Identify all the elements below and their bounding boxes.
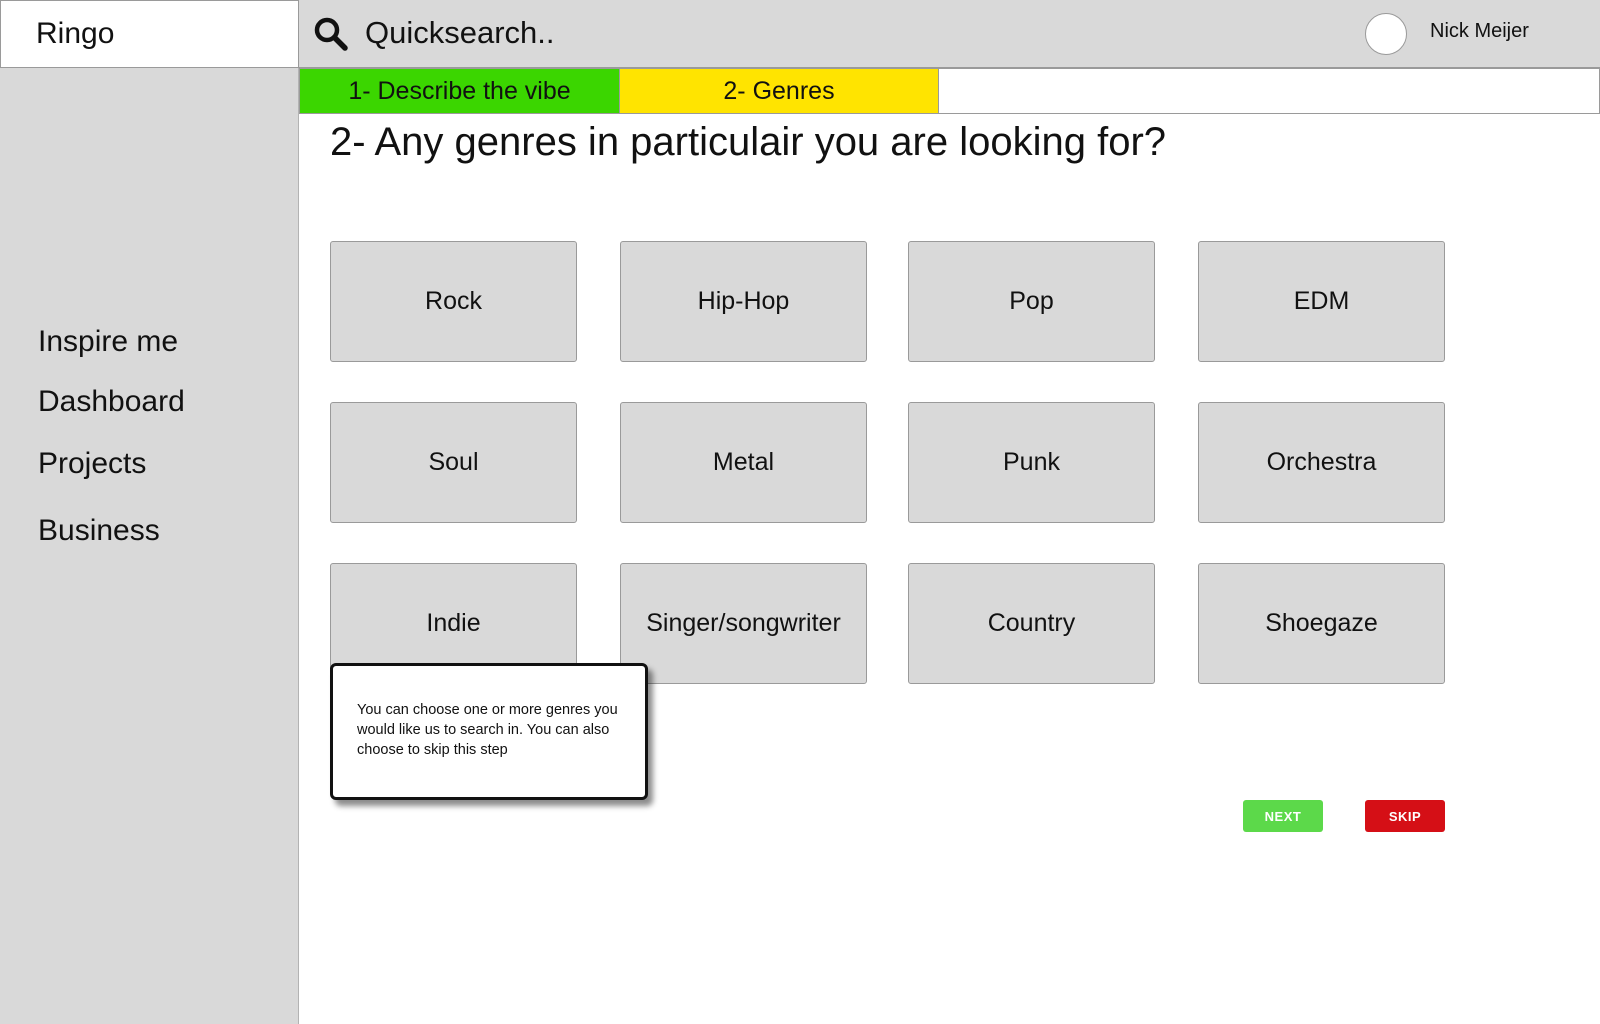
topbar: Nick Meijer xyxy=(299,0,1600,68)
genre-tile-metal[interactable]: Metal xyxy=(620,402,867,523)
user-name[interactable]: Nick Meijer xyxy=(1430,20,1529,43)
sidebar-item-business[interactable]: Business xyxy=(38,514,160,548)
genre-tile-edm[interactable]: EDM xyxy=(1198,241,1445,362)
genre-tile-soul[interactable]: Soul xyxy=(330,402,577,523)
help-tooltip: You can choose one or more genres you wo… xyxy=(330,663,648,800)
app-window: Ringo Inspire me Dashboard Projects Busi… xyxy=(0,0,1600,1024)
sidebar: Ringo Inspire me Dashboard Projects Busi… xyxy=(0,0,299,1024)
sidebar-item-dashboard[interactable]: Dashboard xyxy=(38,385,185,419)
page-title: 2- Any genres in particulair you are loo… xyxy=(330,120,1167,164)
sidebar-item-inspire-me[interactable]: Inspire me xyxy=(38,325,178,359)
search-icon[interactable] xyxy=(313,16,349,52)
skip-button[interactable]: SKIP xyxy=(1365,800,1445,832)
brand-name: Ringo xyxy=(36,17,115,50)
tooltip-text: You can choose one or more genres you wo… xyxy=(357,702,618,758)
sidebar-item-projects[interactable]: Projects xyxy=(38,447,146,481)
step-describe-the-vibe[interactable]: 1- Describe the vibe xyxy=(300,69,620,113)
step-genres[interactable]: 2- Genres xyxy=(620,69,939,113)
genre-tile-country[interactable]: Country xyxy=(908,563,1155,684)
next-button[interactable]: NEXT xyxy=(1243,800,1323,832)
genre-tile-hip-hop[interactable]: Hip-Hop xyxy=(620,241,867,362)
genre-tile-shoegaze[interactable]: Shoegaze xyxy=(1198,563,1445,684)
genre-tile-rock[interactable]: Rock xyxy=(330,241,577,362)
progress-steps: 1- Describe the vibe 2- Genres xyxy=(299,68,1600,114)
step-remaining xyxy=(939,69,1599,113)
avatar[interactable] xyxy=(1365,13,1407,55)
genre-tile-orchestra[interactable]: Orchestra xyxy=(1198,402,1445,523)
genre-tile-pop[interactable]: Pop xyxy=(908,241,1155,362)
genre-tile-punk[interactable]: Punk xyxy=(908,402,1155,523)
brand-logo[interactable]: Ringo xyxy=(0,0,299,68)
search-input[interactable] xyxy=(365,12,1065,54)
genre-tile-singer-songwriter[interactable]: Singer/songwriter xyxy=(620,563,867,684)
